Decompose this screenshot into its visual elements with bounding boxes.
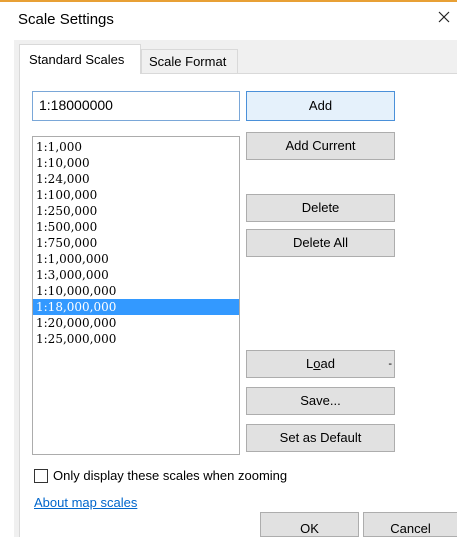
save-button[interactable]: Save... [246, 387, 395, 415]
cancel-button[interactable]: Cancel [363, 512, 457, 537]
list-item[interactable]: 1:10,000,000 [33, 283, 239, 299]
delete-all-button[interactable]: Delete All [246, 229, 395, 257]
list-item[interactable]: 1:250,000 [33, 203, 239, 219]
scale-input[interactable]: 1:18000000 [32, 91, 240, 121]
add-button[interactable]: Add [246, 91, 395, 121]
window-accent-line [0, 0, 457, 2]
load-label-suffix: ad [320, 356, 335, 371]
list-item[interactable]: 1:25,000,000 [33, 331, 239, 347]
list-item[interactable]: 1:750,000 [33, 235, 239, 251]
dropdown-arrow-icon: - [388, 358, 392, 370]
list-item[interactable]: 1:500,000 [33, 219, 239, 235]
list-item[interactable]: 1:18,000,000 [33, 299, 239, 315]
about-map-scales-link[interactable]: About map scales [34, 495, 137, 510]
delete-button[interactable]: Delete [246, 194, 395, 222]
close-icon[interactable] [436, 9, 452, 25]
set-as-default-button[interactable]: Set as Default [246, 424, 395, 452]
list-item[interactable]: 1:24,000 [33, 171, 239, 187]
tab-standard-scales[interactable]: Standard Scales [19, 44, 141, 74]
scales-list[interactable]: 1:1,000 1:10,000 1:24,000 1:100,000 1:250,00… [32, 136, 240, 455]
list-item[interactable]: 1:10,000 [33, 155, 239, 171]
list-item[interactable]: 1:20,000,000 [33, 315, 239, 331]
dialog-title: Scale Settings [18, 11, 114, 28]
list-item[interactable]: 1:3,000,000 [33, 267, 239, 283]
list-item[interactable]: 1:1,000 [33, 139, 239, 155]
tab-scale-format[interactable]: Scale Format [141, 49, 238, 74]
list-item[interactable]: 1:1,000,000 [33, 251, 239, 267]
add-current-button[interactable]: Add Current [246, 132, 395, 160]
list-item[interactable]: 1:100,000 [33, 187, 239, 203]
load-button[interactable]: Load - [246, 350, 395, 378]
zoom-scales-checkbox-label: Only display these scales when zooming [53, 468, 288, 483]
ok-button[interactable]: OK [260, 512, 359, 537]
load-label-accesskey: o [313, 356, 321, 371]
zoom-scales-checkbox[interactable] [34, 469, 48, 483]
